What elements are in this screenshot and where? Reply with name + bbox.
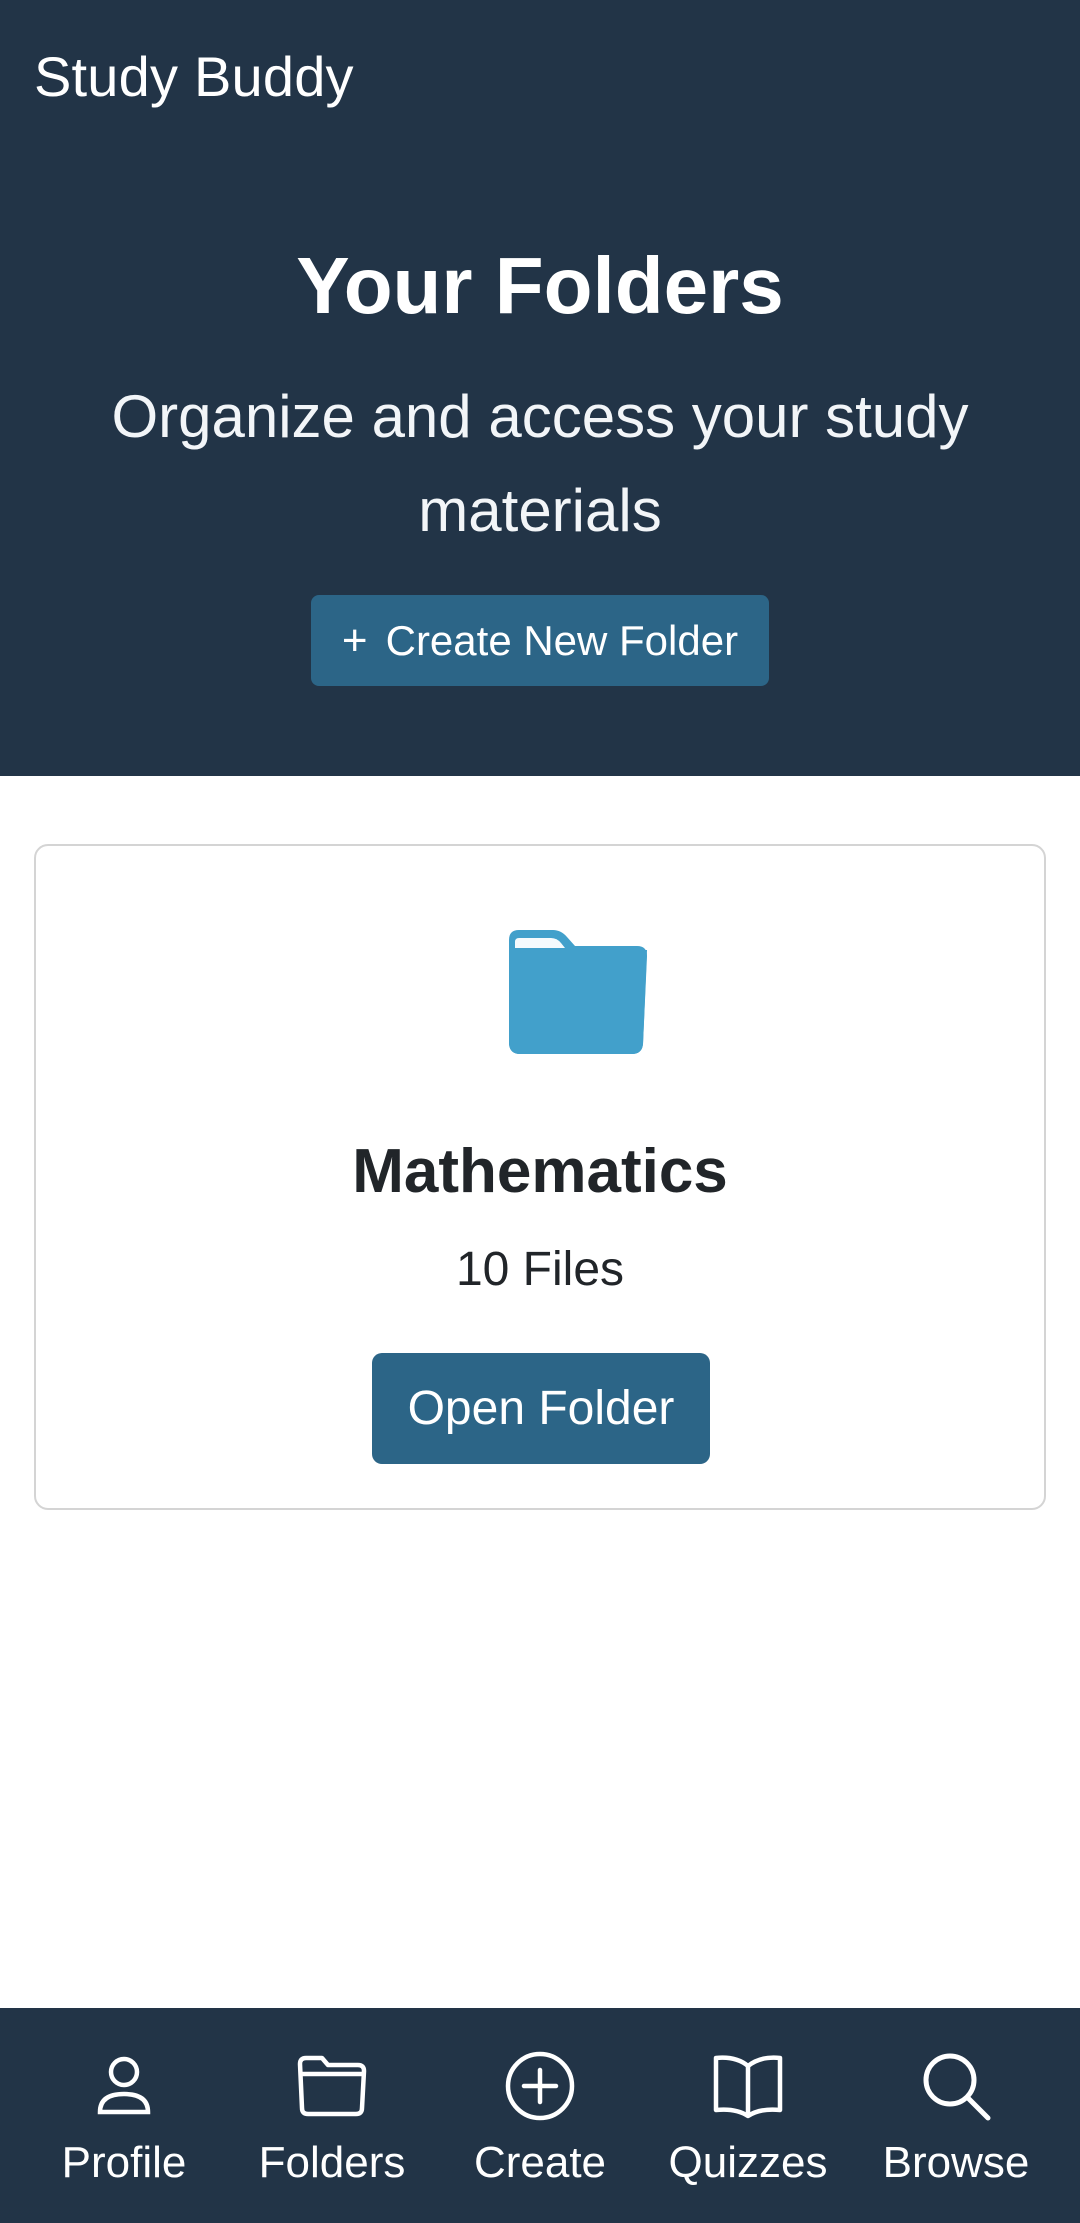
app-title: Study Buddy [34,45,354,108]
bottom-nav: Profile Folders Create Quizzes Browse [0,2008,1080,2223]
nav-item-quizzes[interactable]: Quizzes [648,2008,848,2223]
hero-header: Study Buddy Your Folders Organize and ac… [0,0,1080,776]
nav-label-create: Create [473,2138,607,2187]
page-title: Your Folders [296,241,784,330]
create-new-folder-label: Create New Folder [385,616,739,664]
book-icon [713,2055,783,2119]
plus-circle-icon [505,2051,575,2121]
folder-name: Mathematics [352,1137,728,1206]
folder-icon [509,930,647,1054]
nav-item-profile[interactable]: Profile [24,2008,224,2223]
folder-icon [297,2055,367,2117]
nav-label-quizzes: Quizzes [668,2138,828,2187]
nav-label-browse: Browse [882,2138,1030,2187]
create-new-folder-button[interactable]: + Create New Folder [311,595,769,686]
plus-icon: + [341,615,368,665]
open-folder-button[interactable]: Open Folder [372,1353,710,1464]
person-icon [97,2056,151,2115]
search-icon [923,2053,991,2121]
page-subtitle: Organize and access your study materials [111,383,969,544]
app-root: Study Buddy Your Folders Organize and ac… [0,0,1080,2223]
folder-file-count: 10 Files [455,1243,625,1296]
nav-item-browse[interactable]: Browse [856,2008,1056,2223]
nav-item-folders[interactable]: Folders [232,2008,432,2223]
nav-label-profile: Profile [61,2138,187,2187]
nav-label-folders: Folders [258,2138,406,2187]
nav-item-create[interactable]: Create [440,2008,640,2223]
folder-card: Mathematics 10 Files Open Folder [34,844,1046,1510]
